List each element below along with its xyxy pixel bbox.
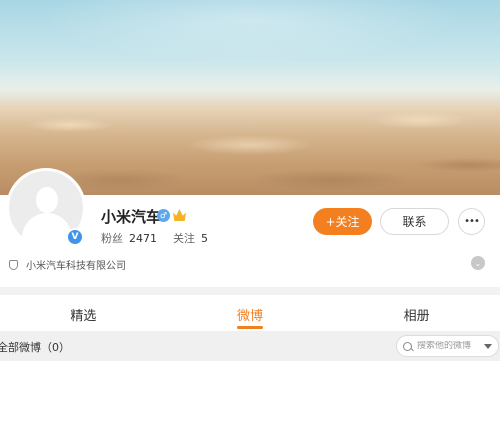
post-search-box[interactable] (396, 335, 499, 357)
cover-image (0, 0, 500, 195)
followers-label: 粉丝 (101, 232, 123, 245)
tab-featured-label: 精选 (70, 309, 97, 324)
tab-featured[interactable]: 精选 (0, 295, 167, 331)
cover-sky (0, 0, 500, 90)
tab-weibo-label: 微博 (237, 309, 264, 324)
caret-down-icon[interactable] (484, 344, 492, 349)
tab-weibo[interactable]: 微博 (167, 295, 334, 331)
follow-button[interactable]: +关注 (313, 208, 372, 235)
tab-album[interactable]: 相册 (333, 295, 500, 331)
avatar-body-shape (22, 213, 72, 245)
contact-button[interactable]: 联系 (380, 208, 449, 235)
more-options-button[interactable]: ••• (458, 208, 485, 235)
avatar-head-shape (36, 187, 58, 213)
male-icon: ♂ (157, 209, 170, 222)
company-info: 小米汽车科技有限公司 (9, 257, 126, 272)
crown-icon (173, 209, 186, 221)
chevron-down-icon[interactable]: ⌄ (471, 256, 485, 270)
followers-stat[interactable]: 粉丝 2471 (101, 230, 157, 246)
following-label: 关注 (173, 232, 195, 245)
profile-tabs: 精选 微博 相册 (0, 295, 500, 331)
profile-name: 小米汽车 (101, 208, 162, 226)
post-search-input[interactable] (417, 341, 485, 351)
cover-sand (0, 85, 500, 195)
all-posts-filter[interactable]: 全部微博（0） (0, 339, 70, 355)
active-tab-indicator (237, 326, 263, 329)
shield-icon (9, 259, 18, 270)
verified-icon: V (66, 228, 84, 246)
profile-stats: 粉丝 2471 关注 5 (101, 230, 208, 246)
following-count: 5 (201, 232, 208, 245)
followers-count: 2471 (129, 232, 157, 245)
feed-filter-bar: 全部微博（0） (0, 331, 500, 361)
tab-album-label: 相册 (403, 309, 430, 324)
section-divider (0, 287, 500, 295)
company-name: 小米汽车科技有限公司 (26, 261, 126, 272)
search-icon (403, 341, 412, 351)
following-stat[interactable]: 关注 5 (173, 230, 208, 246)
